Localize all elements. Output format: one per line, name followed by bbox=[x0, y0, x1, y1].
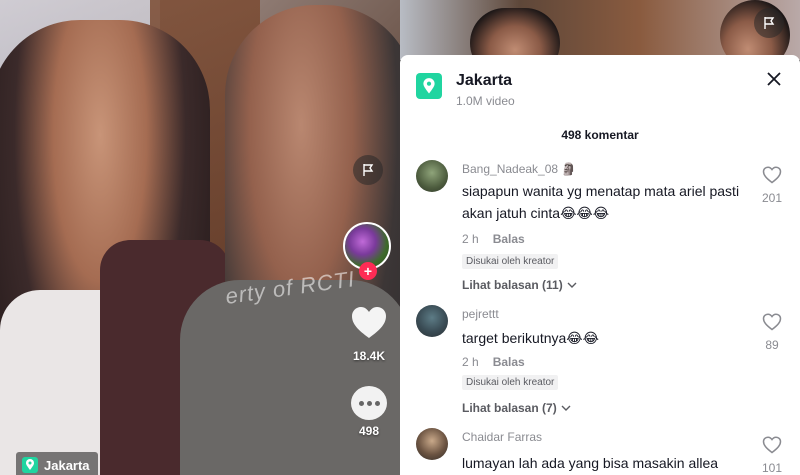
comment-like-count: 201 bbox=[761, 191, 783, 205]
heart-icon bbox=[352, 307, 386, 338]
comment-like-button[interactable]: 101 bbox=[760, 436, 784, 475]
commenter-avatar[interactable] bbox=[416, 160, 448, 192]
video-preview-strip bbox=[400, 0, 800, 60]
comment-total: 498 komentar bbox=[561, 128, 639, 142]
chevron-down-icon bbox=[561, 405, 571, 411]
view-replies-label: Lihat balasan (7) bbox=[462, 401, 557, 415]
location-comments-sheet: Jakarta 1.0M video 498 komentar Bang_Nad… bbox=[400, 55, 800, 475]
liked-by-creator-badge: Disukai oleh kreator bbox=[462, 254, 559, 269]
comment-button[interactable]: 498 bbox=[345, 386, 393, 438]
commenter-username[interactable]: pejrettt bbox=[462, 307, 499, 321]
reply-button[interactable]: Balas bbox=[493, 232, 525, 246]
view-replies-button[interactable]: Lihat balasan (7) bbox=[462, 401, 571, 415]
video-person-head bbox=[470, 8, 560, 60]
follow-plus-icon[interactable]: + bbox=[359, 262, 377, 280]
creator-avatar-button[interactable]: + bbox=[343, 222, 393, 280]
commenter-username[interactable]: Chaidar Farras bbox=[462, 430, 542, 444]
heart-outline-icon bbox=[762, 436, 782, 454]
location-tag[interactable]: Jakarta bbox=[16, 452, 98, 475]
report-button[interactable] bbox=[353, 155, 383, 185]
flag-icon bbox=[764, 17, 775, 29]
comment-text: siapapun wanita yg menatap mata ariel pa… bbox=[462, 183, 740, 221]
chevron-down-icon bbox=[567, 282, 577, 288]
heart-outline-icon bbox=[762, 166, 782, 184]
view-replies-button[interactable]: Lihat balasan (11) bbox=[462, 278, 577, 292]
comment-item: pejrettt target berikutnya😂😂 2 h Balas D… bbox=[400, 305, 800, 425]
comment-like-button[interactable]: 89 bbox=[760, 313, 784, 352]
comment-time: 2 h bbox=[462, 355, 479, 369]
comment-item: Bang_Nadeak_08 🗿 siapapun wanita yg mena… bbox=[400, 160, 800, 300]
commenter-avatar[interactable] bbox=[416, 305, 448, 337]
video-player[interactable]: erty of RCTI + 18.4K 498 Jakarta bbox=[0, 0, 400, 475]
commenter-username[interactable]: Bang_Nadeak_08 🗿 bbox=[462, 162, 576, 176]
comment-item: Chaidar Farras lumayan lah ada yang bisa… bbox=[400, 428, 800, 475]
location-video-count: 1.0M video bbox=[456, 94, 515, 108]
liked-by-creator-badge: Disukai oleh kreator bbox=[462, 375, 559, 390]
location-tag-label: Jakarta bbox=[44, 457, 90, 473]
comment-bubble-icon bbox=[351, 386, 387, 420]
sheet-header: Jakarta 1.0M video bbox=[400, 55, 800, 117]
location-title[interactable]: Jakarta bbox=[456, 72, 512, 90]
comment-like-count: 89 bbox=[765, 338, 779, 352]
comment-like-count: 101 bbox=[761, 461, 783, 475]
comment-meta: 2 h Balas bbox=[462, 232, 525, 246]
close-icon bbox=[767, 72, 781, 86]
comment-time: 2 h bbox=[462, 232, 479, 246]
comment-meta: 2 h Balas bbox=[462, 355, 525, 369]
heart-outline-icon bbox=[762, 313, 782, 331]
location-pin-icon bbox=[22, 457, 38, 473]
report-button[interactable] bbox=[754, 8, 784, 38]
comment-count: 498 bbox=[358, 424, 380, 438]
comment-text: target berikutnya😂😂 bbox=[462, 330, 599, 346]
location-pin-icon bbox=[416, 73, 442, 99]
view-replies-label: Lihat balasan (11) bbox=[462, 278, 563, 292]
close-button[interactable] bbox=[764, 69, 784, 89]
commenter-avatar[interactable] bbox=[416, 428, 448, 460]
comment-text: lumayan lah ada yang bisa masakin allea bbox=[462, 455, 719, 471]
comment-like-button[interactable]: 201 bbox=[760, 166, 784, 205]
like-button[interactable]: 18.4K bbox=[345, 306, 393, 363]
flag-icon bbox=[363, 164, 374, 176]
like-count: 18.4K bbox=[352, 349, 386, 363]
reply-button[interactable]: Balas bbox=[493, 355, 525, 369]
